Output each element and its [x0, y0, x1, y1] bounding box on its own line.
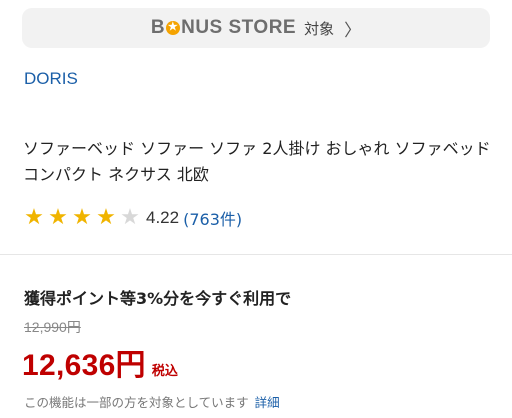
star-icon-filled: ★: [72, 205, 92, 230]
bonus-store-logo-text-start: B: [150, 17, 166, 38]
star-icon-filled: ★: [96, 205, 116, 230]
feature-note-text: この機能は一部の方を対象としています: [24, 395, 249, 410]
star-icon-filled: ★: [48, 205, 68, 230]
product-title: ソファーベッド ソファー ソファ 2人掛け おしゃれ ソファベッド コンパクト …: [23, 139, 491, 184]
bonus-store-logo-text-end: NUS STORE: [181, 17, 297, 38]
rating-stars: ★ ★ ★ ★ ★: [22, 206, 142, 230]
current-price: 12,636円: [22, 349, 146, 382]
rating-row[interactable]: ★ ★ ★ ★ ★ 4.22 (763件): [22, 206, 242, 230]
original-price: 12,990円: [24, 319, 81, 335]
tax-included-label: 税込: [151, 364, 178, 379]
feature-note: この機能は一部の方を対象としています 詳細: [24, 392, 280, 411]
details-link[interactable]: 詳細: [255, 395, 280, 410]
section-divider: [0, 254, 512, 255]
bonus-star-icon: [166, 19, 181, 35]
points-offer-text: 獲得ポイント等3%分を今すぐ利用で: [24, 289, 292, 308]
bonus-store-logo: B NUS STORE: [151, 17, 296, 39]
star-icon-filled: ★: [24, 205, 44, 230]
bonus-store-banner[interactable]: B NUS STORE 対象 〉: [22, 8, 490, 48]
rating-score: 4.22: [146, 208, 180, 227]
review-count-link[interactable]: (763件): [183, 206, 242, 230]
brand-link[interactable]: DORIS: [24, 69, 78, 89]
bonus-target-label: 対象: [304, 19, 335, 38]
star-icon-empty: ★: [120, 205, 140, 230]
chevron-right-icon: 〉: [344, 20, 362, 41]
price-row: 12,636円 税込: [22, 340, 178, 384]
